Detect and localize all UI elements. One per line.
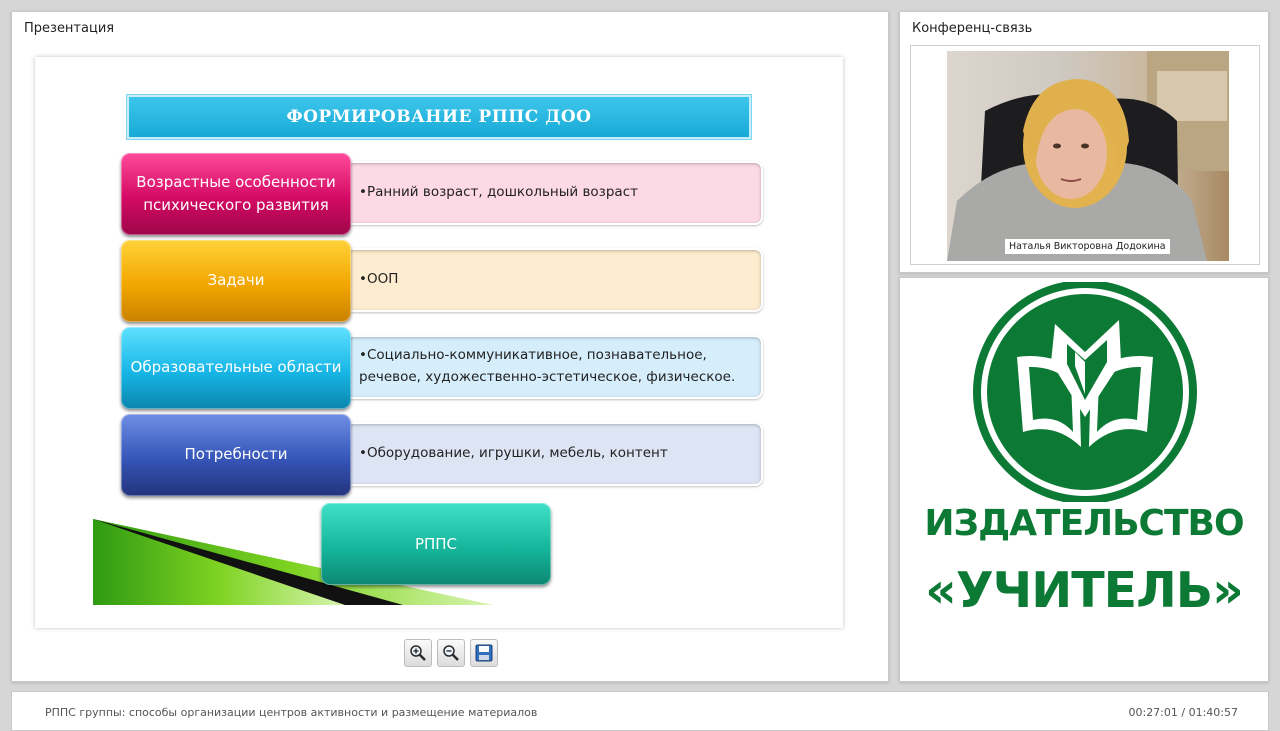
publisher-name: ИЗДАТЕЛЬСТВО xyxy=(924,503,1244,544)
publisher-logo-panel: ИЗДАТЕЛЬСТВО «УЧИТЕЛЬ» xyxy=(899,277,1269,682)
slide-row-label: Потребности xyxy=(121,414,351,496)
zoom-out-icon xyxy=(443,645,459,661)
save-icon xyxy=(475,644,493,662)
slide: ФОРМИРОВАНИЕ РППС ДОО •Ранний возраст, д… xyxy=(35,57,843,628)
presentation-panel: Презентация ФОРМИРОВАНИЕ РППС ДОО •Ранни… xyxy=(11,11,889,682)
publisher-logo-icon xyxy=(973,282,1197,502)
slide-row-label: Образовательные области xyxy=(121,327,351,409)
slide-result-block: РППС xyxy=(321,503,551,585)
slide-row-text: •Ранний возраст, дошкольный возраст xyxy=(345,161,763,225)
zoom-in-icon xyxy=(410,645,426,661)
slide-header: ФОРМИРОВАНИЕ РППС ДОО xyxy=(127,95,751,139)
speaker-video: Наталья Викторовна Додокина xyxy=(947,51,1229,261)
slide-row-text: •Оборудование, игрушки, мебель, контент xyxy=(345,422,763,486)
publisher-title: «УЧИТЕЛЬ» xyxy=(925,562,1244,619)
slide-row-text: •Социально-коммуникативное, познавательн… xyxy=(345,335,763,399)
slide-row-label: Возрастные особенности психического разв… xyxy=(121,153,351,235)
slide-row-label: Задачи xyxy=(121,240,351,322)
conference-panel-title: Конференц-связь xyxy=(912,21,1033,36)
bottom-info-bar: РППС группы: способы организации центров… xyxy=(11,691,1269,731)
speaker-name-tag: Наталья Викторовна Додокина xyxy=(1005,239,1170,254)
video-feed[interactable]: Наталья Викторовна Додокина xyxy=(910,45,1260,265)
zoom-out-button[interactable] xyxy=(437,639,465,667)
slide-row-text: •ООП xyxy=(345,248,763,312)
speaker-avatar xyxy=(947,51,1229,261)
save-button[interactable] xyxy=(470,639,498,667)
zoom-in-button[interactable] xyxy=(404,639,432,667)
conference-panel: Конференц-связь Наталья Викторовна Додок… xyxy=(899,11,1269,273)
lecture-title: РППС группы: способы организации центров… xyxy=(45,706,538,719)
presentation-panel-title: Презентация xyxy=(24,21,115,36)
playback-timecode: 00:27:01 / 01:40:57 xyxy=(1128,706,1238,719)
